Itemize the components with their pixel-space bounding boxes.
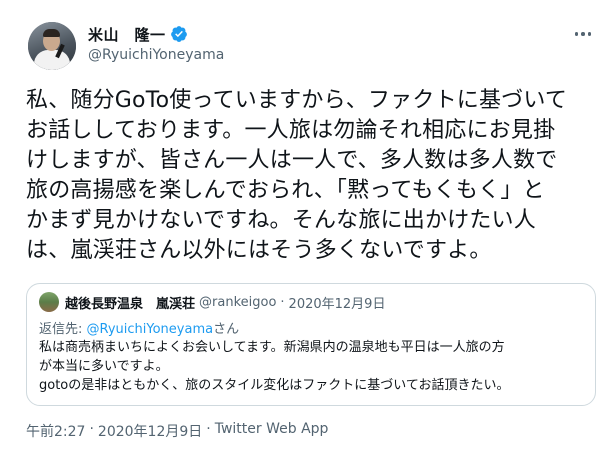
tweet-text-line: かまず見かけないですね。そんな旅に出かけたい人 bbox=[26, 208, 536, 233]
quoted-tweet-text: 私は商売柄まいちによくお会いしてます。新潟県内の温泉地も平日は一人旅の方 が本当… bbox=[39, 338, 587, 395]
reply-to-suffix: さん bbox=[213, 322, 240, 337]
reply-to-label: 返信先: bbox=[39, 322, 87, 337]
more-dot bbox=[581, 32, 585, 36]
quoted-author-avatar bbox=[39, 292, 59, 312]
quoted-author-handle: @rankeigoo bbox=[199, 294, 277, 310]
tweet-text-line: は、嵐渓荘さん以外にはそう多くないですよ。 bbox=[26, 238, 492, 263]
verified-badge-icon bbox=[170, 26, 187, 42]
more-dot bbox=[587, 32, 592, 36]
tweet-date[interactable]: 2020年12月9日 bbox=[98, 421, 202, 441]
quoted-text-line: gotoの是非はともかく、旅のスタイル変化はファクトに基づいてお話頂きたい。 bbox=[39, 378, 510, 393]
tweet-text: 私、随分GoTo使っていますから、ファクトに基づいて お話ししております。一人旅… bbox=[26, 86, 600, 266]
avatar-figure-body bbox=[34, 50, 70, 70]
author-handle[interactable]: @RyuichiYoneyama bbox=[88, 47, 224, 63]
more-dot bbox=[574, 32, 579, 36]
quoted-tweet-header: 越後長野温泉 嵐渓荘 @rankeigoo · 2020年12月9日 bbox=[65, 293, 386, 312]
author-avatar[interactable] bbox=[28, 22, 76, 70]
separator-dot: · bbox=[89, 421, 94, 437]
reply-to-line: 返信先: @RyuichiYoneyamaさん bbox=[39, 318, 239, 337]
tweet-card: 米山 隆一 @RyuichiYoneyama 私、随分GoTo使っていますから、… bbox=[0, 0, 611, 452]
author-name-row: 米山 隆一 bbox=[88, 24, 188, 44]
tweet-client: Twitter Web App bbox=[214, 421, 329, 437]
tweet-metadata: 午前2:27 · 2020年12月9日 · Twitter Web App bbox=[26, 421, 328, 441]
tweet-text-line: お話ししております。一人旅は勿論それ相応にお見掛 bbox=[26, 118, 556, 143]
tweet-text-line: 旅の高揚感を楽しんでおられ、「黙ってもくもく」と bbox=[26, 178, 545, 203]
reply-to-mention[interactable]: @RyuichiYoneyama bbox=[87, 322, 214, 337]
more-options-icon[interactable] bbox=[571, 26, 595, 42]
avatar-figure-hair bbox=[43, 29, 60, 37]
quoted-author-name: 越後長野温泉 嵐渓荘 bbox=[65, 296, 196, 312]
quoted-text-line: が本当に多いですよ。 bbox=[39, 359, 169, 374]
separator-dot: · bbox=[206, 421, 211, 437]
tweet-text-line: 私、随分GoTo使っていますから、ファクトに基づいて bbox=[26, 88, 568, 113]
tweet-text-line: けしますが、皆さん一人は一人で、多人数は多人数で bbox=[26, 148, 558, 173]
quoted-text-line: 私は商売柄まいちによくお会いしてます。新潟県内の温泉地も平日は一人旅の方 bbox=[39, 340, 505, 355]
quoted-tweet-date: 2020年12月9日 bbox=[288, 296, 386, 312]
tweet-time[interactable]: 午前2:27 bbox=[26, 421, 85, 441]
quoted-tweet[interactable]: 越後長野温泉 嵐渓荘 @rankeigoo · 2020年12月9日 返信先: … bbox=[26, 283, 596, 406]
separator-dot: · bbox=[280, 294, 285, 310]
author-display-name[interactable]: 米山 隆一 bbox=[88, 24, 166, 45]
